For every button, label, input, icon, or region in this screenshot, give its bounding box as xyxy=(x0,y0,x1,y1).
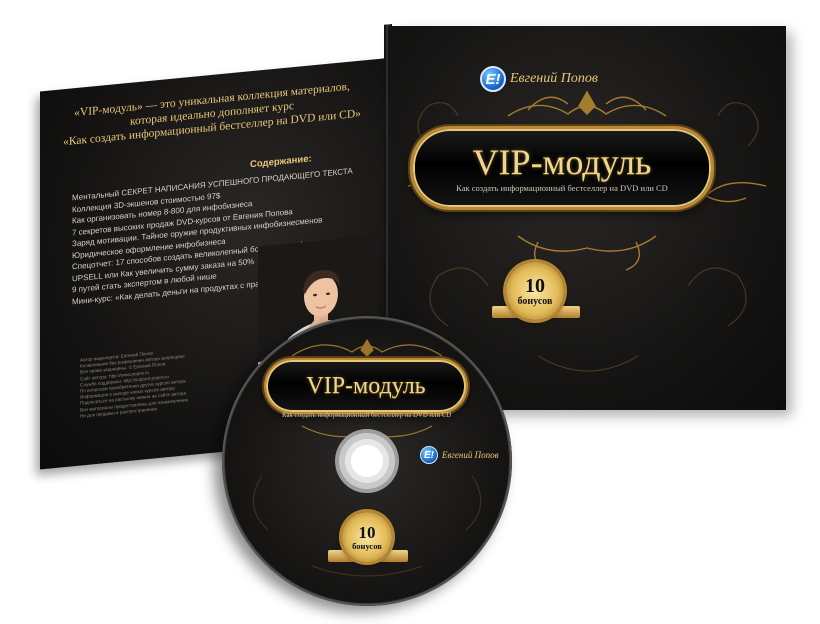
brand-logo: Е! Евгений Попов xyxy=(480,66,598,92)
product-mockup: «VIP-модуль» — это уникальная коллекция … xyxy=(0,0,820,624)
title-plaque: VIP-модуль Как создать информационный бе… xyxy=(410,126,714,210)
credits-text: Автор видеокурса: Евгений Попов Копирова… xyxy=(80,347,188,419)
logo-text: Евгений Попов xyxy=(510,71,598,86)
disc-rim xyxy=(222,316,512,606)
cd-disc: VIP-модуль Как создать информационный бе… xyxy=(222,316,512,606)
bonus-badge: 10 бонусов xyxy=(492,262,580,322)
contents-title: Содержание: xyxy=(250,153,312,171)
bonus-number: 10 xyxy=(525,274,545,297)
product-title: VIP-модуль xyxy=(472,142,652,182)
bonus-seal: 10 бонусов xyxy=(506,262,564,320)
intro-text: «VIP-модуль» — это уникальная коллекция … xyxy=(50,77,374,150)
product-subtitle: Как создать информационный бестселлер на… xyxy=(456,183,668,193)
logo-badge-icon: Е! xyxy=(480,66,506,92)
bonus-label: бонусов xyxy=(517,295,553,307)
